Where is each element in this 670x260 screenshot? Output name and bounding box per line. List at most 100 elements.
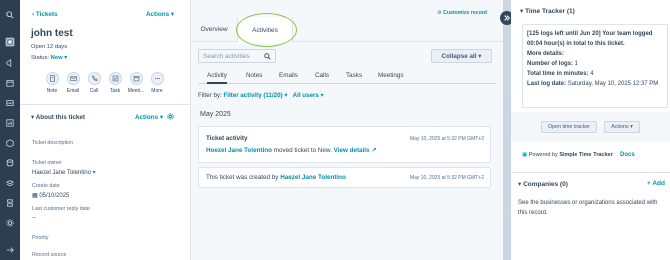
- stack-icon[interactable]: [5, 198, 15, 208]
- subtab-emails[interactable]: Emails: [279, 72, 298, 79]
- megaphone-icon[interactable]: [5, 58, 15, 68]
- meeting-button[interactable]: Meeti...: [126, 72, 146, 94]
- field-label: Create date: [32, 183, 60, 189]
- status-dropdown[interactable]: New ▾: [51, 55, 67, 61]
- activity-subtabs: Activity Notes Emails Calls Tasks Meetin…: [198, 70, 496, 84]
- subtab-tasks[interactable]: Tasks: [346, 72, 362, 79]
- chevron-down-icon: ▾: [170, 11, 175, 18]
- subtab-meetings[interactable]: Meetings: [378, 72, 404, 79]
- filter-bar: Filter by: Filter activity (11/20) ▾ All…: [198, 92, 324, 99]
- panel-divider-scrollbar[interactable]: [503, 0, 511, 260]
- filter-users-label: All users: [292, 92, 319, 99]
- chart-icon[interactable]: [5, 118, 15, 128]
- month-heading: May 2025: [200, 111, 231, 118]
- filter-activity-label: Filter activity (11/20): [223, 92, 283, 99]
- grid-icon[interactable]: [5, 37, 15, 47]
- customize-record-link[interactable]: ⚙ Customize record: [437, 10, 487, 16]
- entry-date: May 10, 2025 at 5:32 PM GMT+2: [409, 136, 484, 142]
- divider: [20, 104, 190, 105]
- inbox-icon[interactable]: [5, 98, 15, 108]
- powered-prefix: Powered by: [528, 152, 558, 158]
- entry-actor-link[interactable]: Haezel Jane Tolentino: [280, 174, 346, 181]
- last-log-value: Saturday, May 10, 2025 12:37 PM: [567, 81, 659, 87]
- docs-link[interactable]: Docs: [620, 152, 635, 158]
- search-icon[interactable]: [5, 10, 15, 20]
- breadcrumb[interactable]: ‹ Tickets: [32, 11, 57, 18]
- status-label: Status:: [31, 55, 50, 61]
- time-tracker-toggle[interactable]: ▾ Time Tracker (1): [520, 7, 575, 15]
- num-logs-value: 1: [574, 61, 579, 67]
- status-value: New: [50, 55, 63, 61]
- time-tracker-logo-icon: ▣: [522, 152, 528, 158]
- main-content: ⚙ Customize record Overview Activities S…: [191, 0, 503, 260]
- tracker-actions-label: Actions: [611, 124, 629, 130]
- subtab-calls[interactable]: Calls: [315, 72, 329, 79]
- about-section-toggle[interactable]: ▾ About this ticket: [31, 114, 85, 121]
- global-nav-rail: [0, 0, 20, 260]
- filter-activity-dropdown[interactable]: Filter activity (11/20) ▾: [223, 92, 287, 99]
- box-icon[interactable]: [5, 138, 15, 148]
- search-icon: [264, 53, 271, 62]
- companies-description: See the businesses or organizations asso…: [518, 200, 658, 216]
- chevron-down-icon: ▾: [520, 8, 524, 15]
- record-sidebar: ‹ Tickets Actions ▾ john test Open 12 da…: [20, 0, 191, 260]
- highlight-annotation: [236, 13, 297, 47]
- gear-icon: ⚙: [437, 10, 442, 16]
- phone-icon: [87, 72, 101, 85]
- more-icon: [150, 72, 164, 85]
- entry-actor-link[interactable]: Hoezel Jane Tolentino: [206, 147, 272, 154]
- entry-date: May 10, 2025 at 5:32 PM GMT+2: [409, 175, 484, 181]
- about-actions-label: Actions: [135, 114, 159, 121]
- tab-overview[interactable]: Overview: [191, 17, 238, 42]
- ticket-owner-select[interactable]: Haezel Jane Tolentino ▾: [32, 169, 96, 176]
- filter-label: Filter by:: [198, 92, 222, 99]
- more-details-label: More details:: [527, 51, 565, 57]
- note-label: Note: [46, 88, 58, 94]
- more-button[interactable]: More: [147, 72, 167, 94]
- time-tracker-card: [125 logs left until Jun 20] Your team l…: [522, 24, 668, 108]
- collapse-all-button[interactable]: Collapse all ▾: [431, 49, 492, 63]
- tt-message: [125 logs left until Jun 20] Your team l…: [527, 31, 653, 47]
- search-placeholder: Search activities: [203, 53, 250, 60]
- search-activities-input[interactable]: Search activities: [198, 49, 276, 63]
- task-button[interactable]: Task: [105, 72, 125, 94]
- email-button[interactable]: Email: [63, 72, 83, 94]
- settings-icon[interactable]: [5, 218, 15, 228]
- view-details-label: View details: [333, 147, 370, 154]
- note-icon: [45, 72, 59, 85]
- task-icon: [108, 72, 122, 85]
- about-title: About this ticket: [35, 114, 86, 121]
- expand-nav-icon[interactable]: [5, 245, 15, 255]
- subtab-activity[interactable]: Activity: [207, 72, 227, 84]
- timeline-entry[interactable]: Ticket activity May 10, 2025 at 5:32 PM …: [198, 126, 491, 163]
- record-actions-button[interactable]: Actions ▾: [146, 11, 174, 18]
- create-date-field[interactable]: ▦ 05/10/2025: [32, 192, 69, 199]
- ticket-owner-value: Haezel Jane Tolentino: [32, 170, 91, 176]
- database-icon[interactable]: [5, 158, 15, 168]
- customize-label: Customize record: [443, 10, 487, 16]
- filter-users-dropdown[interactable]: All users ▾: [293, 92, 324, 99]
- call-button[interactable]: Call: [84, 72, 104, 94]
- chevron-down-icon: ▾: [31, 114, 35, 121]
- right-sidebar: ▾ Time Tracker (1) [125 logs left until …: [511, 0, 670, 260]
- num-logs-label: Number of logs:: [527, 61, 573, 67]
- about-actions-button[interactable]: Actions ▾: [135, 114, 163, 121]
- meeting-label: Meeti...: [127, 88, 145, 94]
- subtab-notes[interactable]: Notes: [246, 72, 262, 79]
- total-time-value: 4: [590, 71, 594, 77]
- field-label: Priority: [32, 235, 49, 241]
- companies-toggle[interactable]: ▾ Companies (0): [518, 180, 568, 188]
- layers-icon[interactable]: [5, 178, 15, 188]
- open-time-tracker-button[interactable]: Open time tracker: [541, 121, 597, 133]
- gear-icon[interactable]: [167, 113, 174, 122]
- note-button[interactable]: Note: [42, 72, 62, 94]
- collapse-all-label: Collapse all: [441, 52, 477, 60]
- more-label: More: [151, 88, 163, 94]
- timeline-entry[interactable]: This ticket was created by Haezel Jane T…: [198, 167, 491, 188]
- tracker-actions-button[interactable]: Actions ▾: [604, 121, 640, 133]
- entry-text: moved ticket to New.: [273, 147, 332, 154]
- calendar-icon[interactable]: [5, 78, 15, 88]
- record-actions-label: Actions: [146, 11, 170, 18]
- add-company-button[interactable]: + Add: [647, 180, 665, 187]
- view-details-link[interactable]: View details ↗: [334, 147, 377, 154]
